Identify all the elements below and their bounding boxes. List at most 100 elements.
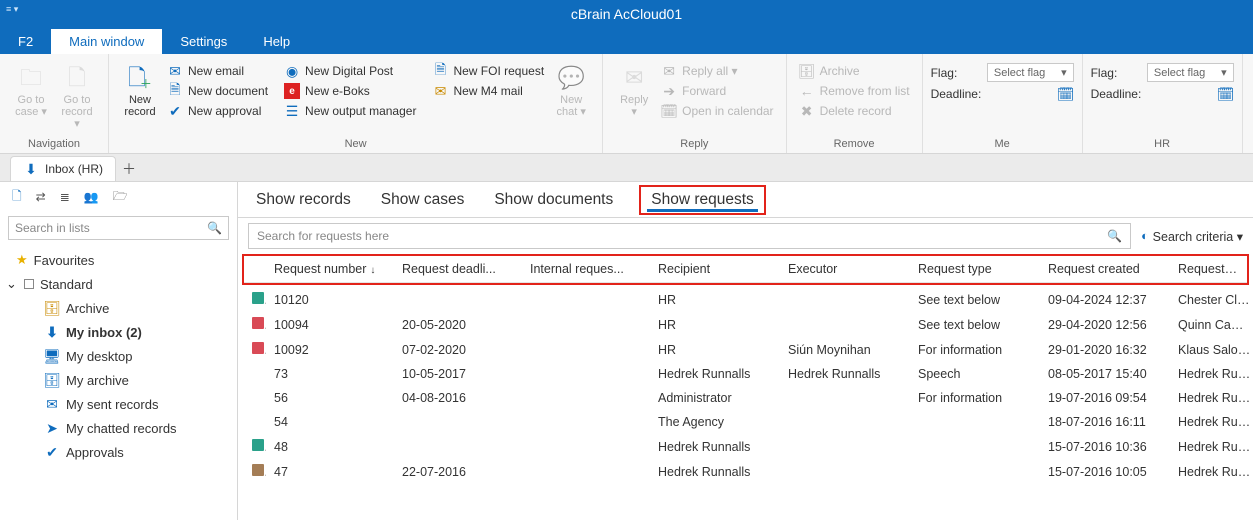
menu-settings[interactable]: Settings <box>162 29 245 54</box>
view-lists-icon[interactable]: ≣ <box>60 190 70 204</box>
menu-help[interactable]: Help <box>245 29 308 54</box>
table-row[interactable]: 1009420-05-2020HRSee text below29-04-202… <box>244 312 1253 337</box>
cell-deadline: 10-05-2017 <box>394 362 522 386</box>
new-email-button[interactable]: ✉New email <box>163 62 272 80</box>
table-row[interactable]: 54The Agency18-07-2016 16:11Hedrek Runna <box>244 410 1253 434</box>
search-criteria-button[interactable]: ◐ Search criteria ▾ <box>1141 229 1243 244</box>
calendar-picker-icon[interactable]: 🗓 <box>1218 86 1234 102</box>
col-request-type[interactable]: Request type <box>910 256 1040 283</box>
col-request-creator[interactable]: Request creat <box>1170 256 1247 283</box>
viewtab-cases[interactable]: Show cases <box>377 185 469 215</box>
table-row[interactable]: 10120HRSee text below09-04-2024 12:37Che… <box>244 287 1253 312</box>
new-record-button[interactable]: 🗋＋ New record <box>117 58 163 136</box>
row-status-icon <box>252 342 264 354</box>
chat-icon: ➤ <box>44 420 60 436</box>
tree-my-archive[interactable]: 🗄My archive <box>0 368 237 392</box>
approval-icon: ✔ <box>167 103 183 119</box>
chat-icon: 💬 <box>555 62 587 94</box>
menu-f2[interactable]: F2 <box>0 29 51 54</box>
cell-internal <box>522 287 650 312</box>
inbox-hr-tab[interactable]: ⬇ Inbox (HR) <box>10 156 116 181</box>
viewtab-records[interactable]: Show records <box>252 185 355 215</box>
col-request-number[interactable]: Request number↓ <box>266 256 394 283</box>
group-hr: Flag:Select flag▾ Deadline:🗓 HR <box>1083 54 1243 153</box>
cell-created: 15-07-2016 10:05 <box>1040 459 1170 484</box>
col-request-deadline[interactable]: Request deadli... <box>394 256 522 283</box>
viewtab-documents[interactable]: Show documents <box>490 185 617 215</box>
tree-my-desktop[interactable]: 🖥My desktop <box>0 344 237 368</box>
record-icon: 🗋 <box>61 62 93 94</box>
view-chats-icon[interactable]: ⇄ <box>36 190 46 204</box>
tree-archive[interactable]: 🗄Archive <box>0 296 237 320</box>
email-icon: ✉ <box>167 63 183 79</box>
archive-icon: 🗄 <box>799 63 815 79</box>
search-requests-input[interactable]: Search for requests here 🔍 <box>248 223 1131 249</box>
cell-internal <box>522 337 650 362</box>
table-row[interactable]: 1009207-02-2020HRSiún MoynihanFor inform… <box>244 337 1253 362</box>
forward-icon: ➔ <box>661 83 677 99</box>
view-contacts-icon[interactable]: 👥 <box>84 190 99 204</box>
calendar-icon: 🗓 <box>661 103 677 119</box>
row-status-icon <box>252 317 264 329</box>
cell-executor <box>780 410 910 434</box>
inbox-icon: ⬇ <box>44 324 60 340</box>
cell-internal <box>522 434 650 459</box>
tree-my-sent[interactable]: ✉My sent records <box>0 392 237 416</box>
foi-icon: 🗎 <box>432 63 448 79</box>
cell-number: 48 <box>266 434 394 459</box>
hr-flag-select[interactable]: Select flag▾ <box>1147 63 1234 82</box>
tree-my-inbox[interactable]: ⬇My inbox (2) <box>0 320 237 344</box>
cell-number: 73 <box>266 362 394 386</box>
new-digital-post-button[interactable]: ◉New Digital Post <box>280 62 420 80</box>
table-row[interactable]: 5604-08-2016AdministratorFor information… <box>244 386 1253 410</box>
delete-record-button: ✖Delete record <box>795 102 914 120</box>
cell-number: 10120 <box>266 287 394 312</box>
new-tab-button[interactable]: ＋ <box>116 157 142 181</box>
reply-icon: ✉ <box>618 62 650 94</box>
tree-approvals[interactable]: ✔Approvals <box>0 440 237 464</box>
digital-post-icon: ◉ <box>284 63 300 79</box>
new-document-button[interactable]: 🗎New document <box>163 82 272 100</box>
tree-standard[interactable]: ⌄Standard <box>0 272 237 296</box>
cell-type <box>910 410 1040 434</box>
col-executor[interactable]: Executor <box>780 256 910 283</box>
col-recipient[interactable]: Recipient <box>650 256 780 283</box>
star-icon: ★ <box>16 252 28 268</box>
remove-list-icon: ← <box>799 83 815 99</box>
cell-creator: Quinn Campb <box>1170 312 1253 337</box>
col-icon[interactable] <box>244 256 266 283</box>
new-output-manager-button[interactable]: ☰New output manager <box>280 102 420 120</box>
goto-record-button: 🗋 Go to record ▾ <box>54 58 100 136</box>
view-cases-icon[interactable]: 🗁 <box>113 187 128 208</box>
new-eboks-button[interactable]: eNew e-Boks <box>280 82 420 100</box>
m4-icon: ✉ <box>432 83 448 99</box>
viewtab-requests[interactable]: Show requests <box>639 185 766 215</box>
col-internal-request[interactable]: Internal reques... <box>522 256 650 283</box>
square-icon <box>24 279 34 289</box>
group-label-navigation: Navigation <box>8 136 100 153</box>
view-records-icon[interactable]: 🗋 <box>12 187 22 208</box>
cell-number: 47 <box>266 459 394 484</box>
eboks-icon: e <box>284 83 300 99</box>
cell-internal <box>522 459 650 484</box>
new-approval-button[interactable]: ✔New approval <box>163 102 272 120</box>
table-row[interactable]: 4722-07-2016Hedrek Runnalls15-07-2016 10… <box>244 459 1253 484</box>
new-m4-button[interactable]: ✉New M4 mail <box>428 82 548 100</box>
requests-table: Request number↓ Request deadli... Intern… <box>244 256 1247 283</box>
me-flag-select[interactable]: Select flag▾ <box>987 63 1074 82</box>
cell-internal <box>522 410 650 434</box>
menu-main-window[interactable]: Main window <box>51 29 162 54</box>
table-row[interactable]: 7310-05-2017Hedrek RunnallsHedrek Runnal… <box>244 362 1253 386</box>
reply-button: ✉ Reply ▾ <box>611 58 657 136</box>
row-status-icon <box>252 292 264 304</box>
tree-favourites[interactable]: ★Favourites <box>0 248 237 272</box>
forward-button: ➔Forward <box>657 82 777 100</box>
qat-indicator: ≡ ▾ <box>6 4 18 15</box>
tree-my-chatted[interactable]: ➤My chatted records <box>0 416 237 440</box>
col-request-created[interactable]: Request created <box>1040 256 1170 283</box>
search-lists-input[interactable]: Search in lists 🔍 <box>8 216 229 240</box>
calendar-picker-icon[interactable]: 🗓 <box>1058 86 1074 102</box>
new-foi-button[interactable]: 🗎New FOI request <box>428 62 548 80</box>
table-row[interactable]: 48Hedrek Runnalls15-07-2016 10:36Hedrek … <box>244 434 1253 459</box>
cell-number: 10092 <box>266 337 394 362</box>
